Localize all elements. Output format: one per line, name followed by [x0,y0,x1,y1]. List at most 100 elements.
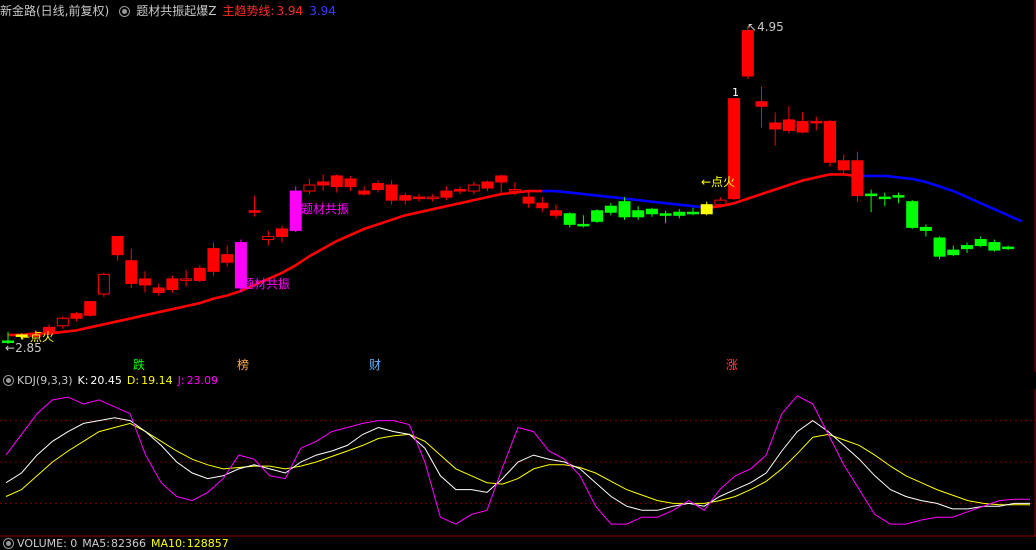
candle[interactable] [947,245,960,257]
candle[interactable] [591,209,604,223]
candle[interactable] [413,194,425,202]
candle[interactable] [700,201,713,216]
day-tag-board[interactable]: 榜 [235,358,251,372]
candle[interactable] [84,301,97,317]
candle[interactable] [687,207,699,216]
kdj-name[interactable]: KDJ(9,3,3) [17,374,73,387]
candle[interactable] [139,271,151,293]
candle[interactable] [495,174,508,195]
candle[interactable] [385,180,398,205]
candle[interactable] [577,215,590,228]
candle-body [645,208,658,215]
volume-settings-gear-icon[interactable] [3,538,14,549]
candle[interactable] [632,206,645,220]
day-tag-rise[interactable]: 涨 [724,358,740,372]
candle-body [782,119,795,131]
candle[interactable] [467,181,480,195]
candle[interactable] [604,203,617,216]
candle[interactable] [262,230,275,246]
kdj-header: KDJ(9,3,3) K: 20.45 D: 19.14 J: 23.09 [0,373,223,389]
candle[interactable] [371,180,384,193]
candle[interactable] [865,189,878,213]
candle[interactable] [645,207,658,217]
candle[interactable] [919,224,932,237]
candle[interactable] [358,186,371,196]
candle[interactable] [673,209,686,219]
candle[interactable] [755,86,768,128]
ma5-label: MA5: [82,537,110,550]
price-chart[interactable] [0,0,1036,372]
candle-body [687,211,699,215]
candle[interactable] [248,195,261,217]
candle[interactable] [782,106,795,134]
candle-body [358,190,371,195]
candle[interactable] [152,283,165,296]
candle[interactable] [851,151,864,202]
candle[interactable] [536,197,549,213]
candle[interactable] [440,186,453,201]
volume-name[interactable]: VOLUME: 0 [17,537,77,550]
candle[interactable] [426,194,439,202]
candle-body [303,184,316,192]
kdj-settings-gear-icon[interactable] [3,375,14,386]
candle[interactable] [70,312,83,322]
candle[interactable] [111,235,124,261]
candle[interactable] [769,112,782,146]
candle[interactable] [276,225,288,243]
ignite-label-left: ←点火 [20,330,55,344]
candle[interactable] [810,116,823,131]
candle-body [892,195,905,198]
day-tag-fall[interactable]: 跌 [131,358,147,372]
candle[interactable] [563,212,576,228]
kdj-d-line [5,422,1030,506]
candle[interactable] [933,236,946,260]
candle[interactable] [289,186,302,232]
candle[interactable] [522,191,535,208]
candle-body [974,239,987,247]
candle[interactable] [317,174,330,192]
candle[interactable] [550,204,562,219]
candle[interactable] [961,242,973,254]
candle-body [988,242,1001,251]
candle-body [317,181,330,186]
candle[interactable] [824,119,836,167]
candle[interactable] [344,175,357,192]
candle-body [399,195,412,201]
candle[interactable] [837,154,850,173]
candle[interactable] [659,210,672,223]
candle[interactable] [180,269,193,287]
candle[interactable] [125,248,138,288]
candle[interactable] [97,272,110,298]
candle[interactable] [207,242,220,276]
candle[interactable] [193,265,206,282]
candle[interactable] [166,275,179,293]
candle[interactable] [878,192,891,207]
candle[interactable] [618,197,631,220]
candle-body [933,237,946,257]
candle[interactable] [974,236,987,248]
candle[interactable] [906,200,919,229]
candle[interactable] [1002,245,1015,251]
candle-body [700,204,713,215]
candle[interactable] [303,178,316,195]
j-label: J: [177,374,185,387]
candle[interactable] [330,174,343,193]
kdj-chart[interactable] [0,389,1036,537]
kdj-k-line [5,417,1030,511]
candle[interactable] [399,192,412,205]
candle[interactable] [221,245,234,267]
candle-body [454,189,467,192]
candle-body [467,184,480,192]
candle[interactable] [714,197,727,207]
candle[interactable] [454,186,467,195]
candle-body [741,30,754,77]
candle[interactable] [988,239,1001,252]
candle-body [591,210,604,222]
candle[interactable] [796,112,809,134]
day-tag-finance[interactable]: 财 [367,358,383,372]
candle[interactable] [56,316,69,329]
candle[interactable] [892,192,905,204]
candle[interactable] [481,180,494,192]
resonance-label-2: 题材共振 [301,202,350,216]
max-price-label: ↖4.95 [747,20,784,34]
